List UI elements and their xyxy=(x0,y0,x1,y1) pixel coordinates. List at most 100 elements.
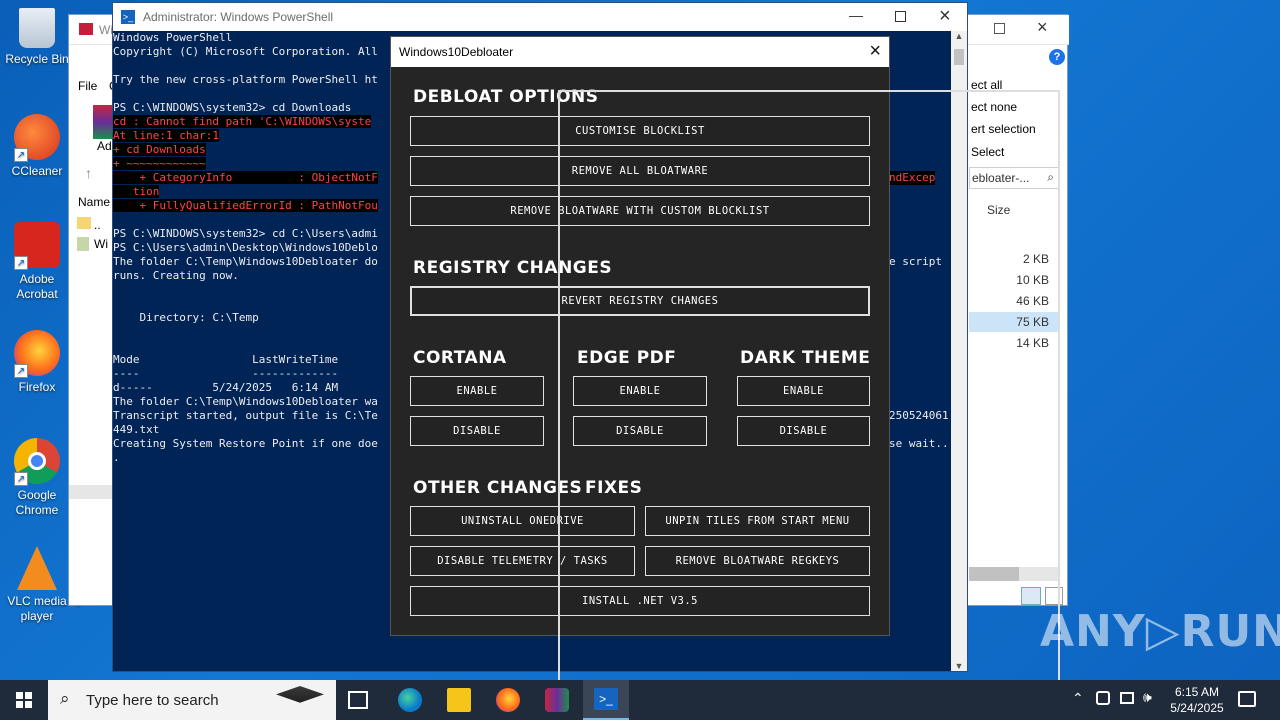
cortana-enable-button[interactable]: ENABLE xyxy=(410,376,544,406)
edge-disable-button[interactable]: DISABLE xyxy=(573,416,707,446)
desktop-icon-firefox[interactable]: ↗ Firefox xyxy=(0,330,74,395)
menu-file[interactable]: File xyxy=(78,79,97,93)
help-icon[interactable]: ? xyxy=(1049,49,1065,65)
console-fragment: 250524061 xyxy=(889,409,949,422)
search-box[interactable]: ebloater-... ⌕ xyxy=(969,167,1059,189)
tiles-view-icon[interactable] xyxy=(1045,587,1063,605)
size-cell-selected: 75 KB xyxy=(969,312,1059,332)
explorer-app-icon xyxy=(79,23,93,35)
console-error-text: + CategoryInfo : ObjectNotF xyxy=(113,171,378,184)
customise-blocklist-button[interactable]: CUSTOMISE BLOCKLIST xyxy=(410,116,870,146)
debloater-window[interactable]: Windows10Debloater × DEBLOAT OPTIONS CUS… xyxy=(390,36,890,636)
folder-icon xyxy=(77,217,91,229)
size-cell: 2 KB xyxy=(1022,252,1049,266)
task-view-icon[interactable] xyxy=(348,691,368,709)
windows-logo-icon xyxy=(16,692,32,708)
close-icon[interactable]: × xyxy=(1037,17,1048,38)
powershell-app-icon: >_ xyxy=(121,10,135,24)
list-item[interactable]: Wi xyxy=(94,237,108,251)
shortcut-arrow-icon: ↗ xyxy=(14,256,28,270)
dark-theme-enable-button[interactable]: ENABLE xyxy=(737,376,870,406)
scroll-down-icon[interactable]: ▼ xyxy=(951,661,967,671)
invert-selection-button[interactable]: ert selection xyxy=(971,122,1036,136)
ethernet-icon[interactable] xyxy=(1120,692,1134,704)
debloater-title: Windows10Debloater xyxy=(399,45,514,59)
maximize-icon[interactable] xyxy=(895,11,906,22)
desktop-icon-label: CCleaner xyxy=(11,164,63,178)
clock[interactable]: 6:15 AM 5/24/2025 xyxy=(1168,684,1226,716)
search-icon: ⌕ xyxy=(1047,170,1054,184)
chrome-icon: ↗ xyxy=(14,438,60,486)
search-placeholder: Type here to search xyxy=(86,691,219,709)
ccleaner-icon: ↗ xyxy=(14,114,60,162)
clock-date: 5/24/2025 xyxy=(1170,701,1224,715)
horizontal-scrollbar[interactable] xyxy=(969,567,1059,581)
remove-bloatware-custom-button[interactable]: REMOVE BLOATWARE WITH CUSTOM BLOCKLIST xyxy=(410,196,870,226)
uninstall-onedrive-button[interactable]: UNINSTALL ONEDRIVE xyxy=(410,506,635,536)
remove-bloatware-regkeys-button[interactable]: REMOVE BLOATWARE REGKEYS xyxy=(645,546,870,576)
console-error-text: At line:1 char:1 xyxy=(113,129,219,142)
clock-time: 6:15 AM xyxy=(1174,685,1220,699)
close-icon[interactable]: × xyxy=(869,40,881,63)
desktop-icon-label: Recycle Bin xyxy=(5,52,69,66)
desktop-icon-recycle-bin[interactable]: Recycle Bin xyxy=(0,8,74,67)
column-size[interactable]: Size xyxy=(987,203,1010,217)
shortcut-arrow-icon: ↗ xyxy=(14,472,28,486)
desktop-icon-label: Adobe Acrobat xyxy=(16,272,58,301)
select-none-button[interactable]: ect none xyxy=(971,100,1017,114)
volume-icon[interactable]: 🕪 xyxy=(1143,689,1152,706)
console-fragment: e script xyxy=(889,255,942,268)
start-button[interactable] xyxy=(0,680,48,720)
shortcut-arrow-icon: ↗ xyxy=(14,364,28,378)
console-scrollbar[interactable]: ▲ ▼ xyxy=(951,31,967,671)
close-icon[interactable]: × xyxy=(939,5,951,28)
powershell-title: Administrator: Windows PowerShell xyxy=(143,10,334,24)
dark-theme-disable-button[interactable]: DISABLE xyxy=(737,416,870,446)
details-view-icon[interactable] xyxy=(1021,587,1041,605)
anyrun-watermark: ANY▷RUN xyxy=(1040,606,1280,657)
list-item[interactable]: .. xyxy=(94,218,101,232)
chevron-up-icon[interactable]: ⌃ xyxy=(1072,690,1084,707)
size-cell: 14 KB xyxy=(1016,336,1049,350)
heading-dark-theme: DARK THEME xyxy=(740,348,871,368)
powershell-taskbar-button-active[interactable]: >_ xyxy=(583,680,629,720)
install-dotnet-button[interactable]: INSTALL .NET V3.5 xyxy=(410,586,870,616)
scroll-up-icon[interactable]: ▲ xyxy=(951,31,967,41)
size-cell: 46 KB xyxy=(1016,294,1049,308)
desktop-icon-chrome[interactable]: ↗ Google Chrome xyxy=(0,438,74,518)
taskbar-search-box[interactable]: ⌕ Type here to search xyxy=(48,680,336,720)
debloater-titlebar[interactable]: Windows10Debloater × xyxy=(391,37,889,67)
firefox-icon: ↗ xyxy=(14,330,60,378)
heading-registry-changes: REGISTRY CHANGES xyxy=(413,258,613,278)
network-icon[interactable] xyxy=(1096,691,1110,705)
file-explorer-icon[interactable] xyxy=(447,688,471,712)
desktop-icon-vlc[interactable]: VLC media player xyxy=(0,546,74,624)
heading-fixes: FIXES xyxy=(585,478,643,498)
winrar-taskbar-icon[interactable] xyxy=(545,688,569,712)
unpin-tiles-button[interactable]: UNPIN TILES FROM START MENU xyxy=(645,506,870,536)
select-all-button[interactable]: ect all xyxy=(971,78,1002,92)
edge-enable-button[interactable]: ENABLE xyxy=(573,376,707,406)
back-arrow-icon[interactable]: ↑ xyxy=(85,165,92,181)
desktop-icon-adobe-acrobat[interactable]: ↗ Adobe Acrobat xyxy=(0,222,74,302)
disable-telemetry-button[interactable]: DISABLE TELEMETRY / TASKS xyxy=(410,546,635,576)
edge-icon[interactable] xyxy=(398,688,422,712)
desktop-icon-label: VLC media player xyxy=(7,594,67,623)
console-fragment: se wait.. xyxy=(889,437,949,450)
maximize-icon[interactable] xyxy=(994,23,1005,34)
left-scrollbar[interactable] xyxy=(69,485,115,499)
explorer-title: Wi xyxy=(99,23,113,37)
remove-all-bloatware-button[interactable]: REMOVE ALL BLOATWARE xyxy=(410,156,870,186)
revert-registry-button[interactable]: REVERT REGISTRY CHANGES xyxy=(410,286,870,316)
console-error-text: cd : Cannot find path 'C:\WINDOWS\syste xyxy=(113,115,372,128)
console-error-text: + FullyQualifiedErrorId : PathNotFou xyxy=(113,199,378,212)
notification-icon[interactable] xyxy=(1238,691,1256,707)
column-name[interactable]: Name xyxy=(78,195,110,209)
cortana-disable-button[interactable]: DISABLE xyxy=(410,416,544,446)
ribbon-add-label: Ad xyxy=(97,139,112,153)
desktop-icon-ccleaner[interactable]: ↗ CCleaner xyxy=(0,114,74,179)
firefox-taskbar-icon[interactable] xyxy=(496,688,520,712)
file-icon xyxy=(77,237,89,251)
minimize-icon[interactable]: — xyxy=(849,7,863,23)
powershell-titlebar[interactable]: >_ Administrator: Windows PowerShell — × xyxy=(113,3,967,31)
